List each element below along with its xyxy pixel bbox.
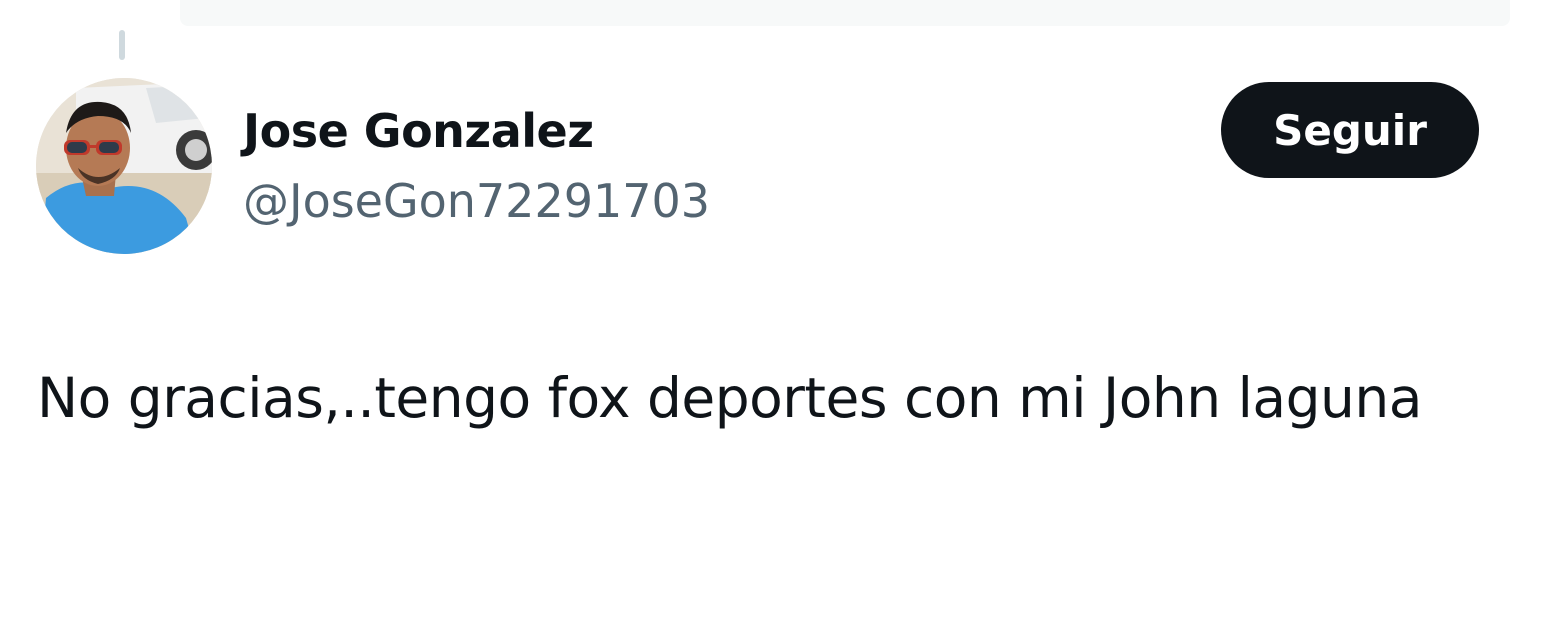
user-avatar-photo-icon [36, 78, 212, 254]
author-display-name[interactable]: Jose Gonzalez [243, 100, 710, 162]
thread-connector-line [119, 30, 125, 60]
previous-tweet-edge [180, 0, 1510, 26]
avatar[interactable] [36, 78, 212, 254]
follow-button[interactable]: Seguir [1221, 82, 1479, 178]
tweet-text: No gracias,..tengo fox deportes con mi J… [37, 366, 1422, 430]
author-handle[interactable]: @JoseGon72291703 [243, 170, 710, 232]
author-info: Jose Gonzalez @JoseGon72291703 [243, 100, 710, 232]
